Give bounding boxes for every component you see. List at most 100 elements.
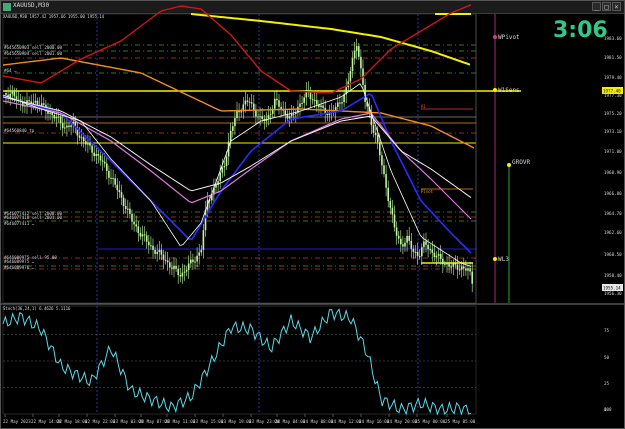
candle-body-219 <box>465 268 467 271</box>
candle-body-92 <box>198 252 200 256</box>
candle-body-36 <box>80 137 83 139</box>
candle-body-207 <box>439 254 442 259</box>
candle-body-58 <box>127 208 129 210</box>
order-label-6: #646077411 … <box>4 221 35 226</box>
time-label-6: 23 May 11:00 <box>165 419 196 424</box>
price-badge-text: 1977.40 <box>603 89 621 94</box>
candle-body-175 <box>372 125 375 133</box>
candle-body-24 <box>55 116 58 119</box>
candle-body-116 <box>248 101 251 103</box>
candle-body-214 <box>454 263 457 265</box>
candle-body-14 <box>34 100 37 103</box>
candle-body-39 <box>87 143 89 145</box>
candle-body-73 <box>158 249 161 252</box>
candle-body-0 <box>5 93 7 95</box>
candle-body-45 <box>99 155 102 161</box>
candle-body-184 <box>391 207 394 215</box>
time-label-10: 24 May 04:00 <box>275 419 306 424</box>
candle-body-94 <box>202 230 205 250</box>
candle-body-22 <box>51 112 53 116</box>
candle-body-31 <box>70 125 72 128</box>
candle-body-53 <box>116 184 119 191</box>
candle-body-212 <box>450 266 452 268</box>
candle-body-177 <box>376 135 379 142</box>
time-label-13: 24 May 16:00 <box>359 419 390 424</box>
candle-body-72 <box>156 251 158 254</box>
candle-body-109 <box>234 118 236 127</box>
level-grovr: GROVR <box>512 159 530 166</box>
candle-body-103 <box>221 167 224 173</box>
level-wpivot: WPivot <box>498 34 520 41</box>
chart-header: XAUUSD,M30 1957.42 1957.66 1955.00 1955.… <box>3 14 105 19</box>
candle-body-80 <box>173 266 175 269</box>
time-label-16: 25 May 05:00 <box>445 419 476 424</box>
level-wl3: WL3 <box>498 256 509 263</box>
candle-body-206 <box>437 254 440 256</box>
candle-body-166 <box>353 50 356 59</box>
candle-body-191 <box>406 235 408 243</box>
candle-body-71 <box>154 249 156 254</box>
order-label-2: #64 … <box>4 68 17 73</box>
candle-body-204 <box>433 252 436 257</box>
candle-body-121 <box>259 116 261 118</box>
candle-body-57 <box>124 206 127 209</box>
candle-body-100 <box>215 185 217 188</box>
candle-body-133 <box>284 110 287 115</box>
candle-body-217 <box>460 266 463 270</box>
candle-body-4 <box>13 91 16 97</box>
candle-body-2 <box>9 93 11 98</box>
candle-body-140 <box>299 103 301 107</box>
candle-body-43 <box>95 154 98 157</box>
candle-body-183 <box>389 201 392 208</box>
candle-body-105 <box>225 156 228 167</box>
candle-body-81 <box>175 266 177 269</box>
price-chart[interactable]: #645650903 sell 2000.00#645650904 sell 2… <box>1 1 624 428</box>
candle-body-180 <box>383 165 385 175</box>
candle-body-182 <box>387 187 389 202</box>
candle-body-3 <box>11 91 14 94</box>
candle-body-40 <box>89 143 91 146</box>
candle-body-89 <box>192 259 194 262</box>
candle-body-114 <box>244 100 247 105</box>
candle-body-108 <box>232 126 234 131</box>
candle-body-134 <box>286 114 289 119</box>
chart-window: XAUUSD,M30 _ □ × #645650903 sell 2000.00… <box>0 0 625 429</box>
candle-body-213 <box>452 263 455 267</box>
order-label-8: #646089975 … <box>4 259 35 264</box>
bar-countdown: 3:06 <box>553 18 608 43</box>
price-label-9: 1966.80 <box>604 191 622 196</box>
candle-body-130 <box>278 100 280 107</box>
order-label-0: #645650903 sell 2000.00 <box>4 45 62 50</box>
candle-body-21 <box>49 112 51 114</box>
current-price-text: 1955.14 <box>603 286 621 291</box>
candle-body-200 <box>425 241 427 245</box>
candle-body-86 <box>185 269 188 272</box>
candle-body-52 <box>114 178 116 185</box>
candle-body-41 <box>91 145 93 153</box>
order-label-9: #646089976 … <box>4 265 35 270</box>
candle-body-62 <box>135 224 137 227</box>
candle-body-117 <box>250 102 253 104</box>
time-label-11: 24 May 08:00 <box>303 419 334 424</box>
candle-body-128 <box>274 98 276 109</box>
candle-body-151 <box>322 105 324 108</box>
candle-body-198 <box>421 247 423 257</box>
candle-body-69 <box>150 245 152 247</box>
candle-body-30 <box>68 125 70 128</box>
candle-body-210 <box>446 263 448 265</box>
candle-body-35 <box>78 135 81 138</box>
candle-body-51 <box>112 177 114 179</box>
candle-body-61 <box>133 221 135 225</box>
candle-body-107 <box>229 130 232 142</box>
candle-body-169 <box>360 56 362 69</box>
candle-body-76 <box>164 259 167 261</box>
time-label-2: 22 May 18:00 <box>57 419 88 424</box>
candle-body-158 <box>337 102 339 107</box>
order-label-3: #64560840 tp <box>4 128 35 133</box>
candle-body-176 <box>374 132 377 136</box>
candle-body-59 <box>129 208 131 214</box>
stoch-scale-3: 25 <box>604 381 610 386</box>
level-pivot: Pivot <box>421 189 434 194</box>
candle-body-44 <box>97 154 100 156</box>
candle-body-141 <box>301 102 303 104</box>
